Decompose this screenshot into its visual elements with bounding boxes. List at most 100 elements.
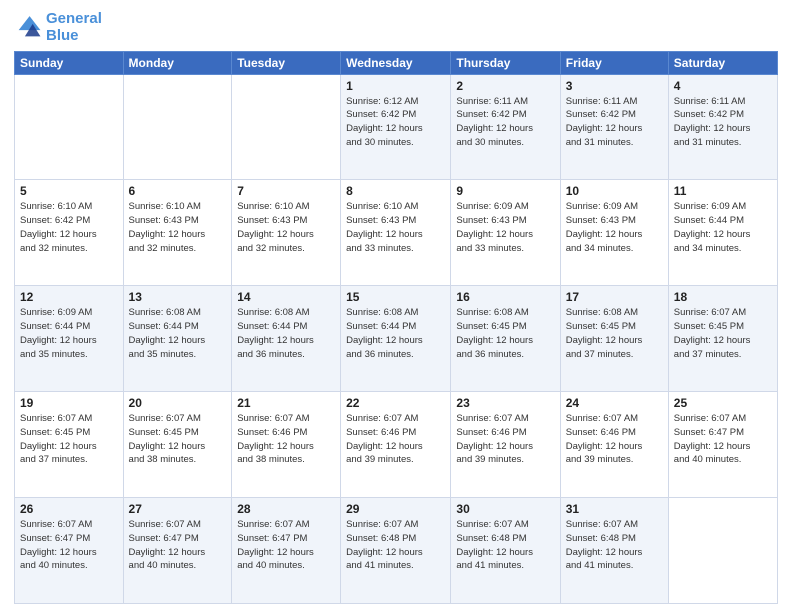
day-number: 24 [566,396,663,410]
weekday-header-row: SundayMondayTuesdayWednesdayThursdayFrid… [15,51,778,74]
calendar-week-row: 19 Sunrise: 6:07 AM Sunset: 6:45 PM Dayli… [15,392,778,498]
weekday-header-monday: Monday [123,51,232,74]
calendar-cell: 29 Sunrise: 6:07 AM Sunset: 6:48 PM Dayli… [341,498,451,604]
day-info: Sunrise: 6:07 AM Sunset: 6:47 PM Dayligh… [674,412,772,467]
calendar-cell: 21 Sunrise: 6:07 AM Sunset: 6:46 PM Dayli… [232,392,341,498]
day-number: 12 [20,290,118,304]
calendar-cell: 24 Sunrise: 6:07 AM Sunset: 6:46 PM Dayli… [560,392,668,498]
calendar-cell: 16 Sunrise: 6:08 AM Sunset: 6:45 PM Dayli… [451,286,560,392]
day-number: 8 [346,184,445,198]
calendar-cell: 15 Sunrise: 6:08 AM Sunset: 6:44 PM Dayli… [341,286,451,392]
day-info: Sunrise: 6:10 AM Sunset: 6:43 PM Dayligh… [237,200,335,255]
calendar-cell: 10 Sunrise: 6:09 AM Sunset: 6:43 PM Dayli… [560,180,668,286]
calendar-cell: 7Sunrise: 6:10 AM Sunset: 6:43 PM Daylig… [232,180,341,286]
calendar-cell: 28 Sunrise: 6:07 AM Sunset: 6:47 PM Dayli… [232,498,341,604]
day-number: 18 [674,290,772,304]
weekday-header-tuesday: Tuesday [232,51,341,74]
day-number: 5 [20,184,118,198]
weekday-header-saturday: Saturday [668,51,777,74]
logo: General Blue [14,10,102,45]
day-info: Sunrise: 6:11 AM Sunset: 6:42 PM Dayligh… [566,95,663,150]
day-info: Sunrise: 6:07 AM Sunset: 6:48 PM Dayligh… [456,518,554,573]
logo-text: General Blue [46,10,102,45]
day-number: 16 [456,290,554,304]
calendar-cell: 8Sunrise: 6:10 AM Sunset: 6:43 PM Daylig… [341,180,451,286]
calendar-cell: 11Sunrise: 6:09 AM Sunset: 6:44 PM Dayli… [668,180,777,286]
weekday-header-friday: Friday [560,51,668,74]
day-info: Sunrise: 6:10 AM Sunset: 6:42 PM Dayligh… [20,200,118,255]
day-info: Sunrise: 6:07 AM Sunset: 6:47 PM Dayligh… [129,518,227,573]
day-number: 14 [237,290,335,304]
calendar-cell: 1 Sunrise: 6:12 AM Sunset: 6:42 PM Daylig… [341,74,451,180]
calendar-week-row: 26 Sunrise: 6:07 AM Sunset: 6:47 PM Dayli… [15,498,778,604]
calendar-cell: 12 Sunrise: 6:09 AM Sunset: 6:44 PM Dayli… [15,286,124,392]
calendar-body: 1 Sunrise: 6:12 AM Sunset: 6:42 PM Daylig… [15,74,778,604]
calendar-week-row: 1 Sunrise: 6:12 AM Sunset: 6:42 PM Daylig… [15,74,778,180]
header: General Blue [14,10,778,45]
day-info: Sunrise: 6:07 AM Sunset: 6:46 PM Dayligh… [456,412,554,467]
calendar-cell: 17 Sunrise: 6:08 AM Sunset: 6:45 PM Dayli… [560,286,668,392]
calendar-cell: 18 Sunrise: 6:07 AM Sunset: 6:45 PM Dayli… [668,286,777,392]
calendar-week-row: 5 Sunrise: 6:10 AM Sunset: 6:42 PM Daylig… [15,180,778,286]
day-info: Sunrise: 6:08 AM Sunset: 6:45 PM Dayligh… [566,306,663,361]
day-info: Sunrise: 6:11 AM Sunset: 6:42 PM Dayligh… [674,95,772,150]
calendar-cell: 23 Sunrise: 6:07 AM Sunset: 6:46 PM Dayli… [451,392,560,498]
calendar-week-row: 12 Sunrise: 6:09 AM Sunset: 6:44 PM Dayli… [15,286,778,392]
day-info: Sunrise: 6:08 AM Sunset: 6:44 PM Dayligh… [237,306,335,361]
day-number: 10 [566,184,663,198]
day-info: Sunrise: 6:07 AM Sunset: 6:46 PM Dayligh… [566,412,663,467]
day-number: 4 [674,79,772,93]
day-info: Sunrise: 6:12 AM Sunset: 6:42 PM Dayligh… [346,95,445,150]
day-number: 20 [129,396,227,410]
day-info: Sunrise: 6:08 AM Sunset: 6:44 PM Dayligh… [346,306,445,361]
day-number: 19 [20,396,118,410]
page: General Blue SundayMondayTuesdayWednesda… [0,0,792,612]
day-info: Sunrise: 6:07 AM Sunset: 6:45 PM Dayligh… [674,306,772,361]
day-number: 9 [456,184,554,198]
day-number: 15 [346,290,445,304]
day-number: 17 [566,290,663,304]
calendar-cell [15,74,124,180]
calendar-cell: 9 Sunrise: 6:09 AM Sunset: 6:43 PM Daylig… [451,180,560,286]
calendar-cell: 6 Sunrise: 6:10 AM Sunset: 6:43 PM Daylig… [123,180,232,286]
logo-icon [14,13,42,41]
day-number: 21 [237,396,335,410]
day-info: Sunrise: 6:09 AM Sunset: 6:44 PM Dayligh… [674,200,772,255]
day-number: 26 [20,502,118,516]
day-info: Sunrise: 6:07 AM Sunset: 6:46 PM Dayligh… [346,412,445,467]
day-info: Sunrise: 6:10 AM Sunset: 6:43 PM Dayligh… [129,200,227,255]
day-info: Sunrise: 6:08 AM Sunset: 6:44 PM Dayligh… [129,306,227,361]
day-info: Sunrise: 6:07 AM Sunset: 6:46 PM Dayligh… [237,412,335,467]
day-number: 28 [237,502,335,516]
day-info: Sunrise: 6:09 AM Sunset: 6:44 PM Dayligh… [20,306,118,361]
weekday-header-wednesday: Wednesday [341,51,451,74]
day-info: Sunrise: 6:09 AM Sunset: 6:43 PM Dayligh… [456,200,554,255]
calendar-cell: 13Sunrise: 6:08 AM Sunset: 6:44 PM Dayli… [123,286,232,392]
calendar-cell: 5 Sunrise: 6:10 AM Sunset: 6:42 PM Daylig… [15,180,124,286]
day-info: Sunrise: 6:07 AM Sunset: 6:45 PM Dayligh… [20,412,118,467]
calendar-cell: 27Sunrise: 6:07 AM Sunset: 6:47 PM Dayli… [123,498,232,604]
weekday-header-sunday: Sunday [15,51,124,74]
day-info: Sunrise: 6:09 AM Sunset: 6:43 PM Dayligh… [566,200,663,255]
calendar-cell: 30 Sunrise: 6:07 AM Sunset: 6:48 PM Dayli… [451,498,560,604]
day-number: 1 [346,79,445,93]
day-number: 31 [566,502,663,516]
calendar-table: SundayMondayTuesdayWednesdayThursdayFrid… [14,51,778,605]
day-number: 22 [346,396,445,410]
day-number: 2 [456,79,554,93]
day-info: Sunrise: 6:07 AM Sunset: 6:47 PM Dayligh… [237,518,335,573]
day-info: Sunrise: 6:08 AM Sunset: 6:45 PM Dayligh… [456,306,554,361]
calendar-cell: 2 Sunrise: 6:11 AM Sunset: 6:42 PM Daylig… [451,74,560,180]
calendar-cell: 31Sunrise: 6:07 AM Sunset: 6:48 PM Dayli… [560,498,668,604]
calendar-cell: 3Sunrise: 6:11 AM Sunset: 6:42 PM Daylig… [560,74,668,180]
day-info: Sunrise: 6:11 AM Sunset: 6:42 PM Dayligh… [456,95,554,150]
day-info: Sunrise: 6:07 AM Sunset: 6:47 PM Dayligh… [20,518,118,573]
day-info: Sunrise: 6:07 AM Sunset: 6:45 PM Dayligh… [129,412,227,467]
day-number: 30 [456,502,554,516]
calendar-cell: 26 Sunrise: 6:07 AM Sunset: 6:47 PM Dayli… [15,498,124,604]
day-number: 6 [129,184,227,198]
day-number: 29 [346,502,445,516]
calendar-header: SundayMondayTuesdayWednesdayThursdayFrid… [15,51,778,74]
day-info: Sunrise: 6:07 AM Sunset: 6:48 PM Dayligh… [346,518,445,573]
day-number: 23 [456,396,554,410]
